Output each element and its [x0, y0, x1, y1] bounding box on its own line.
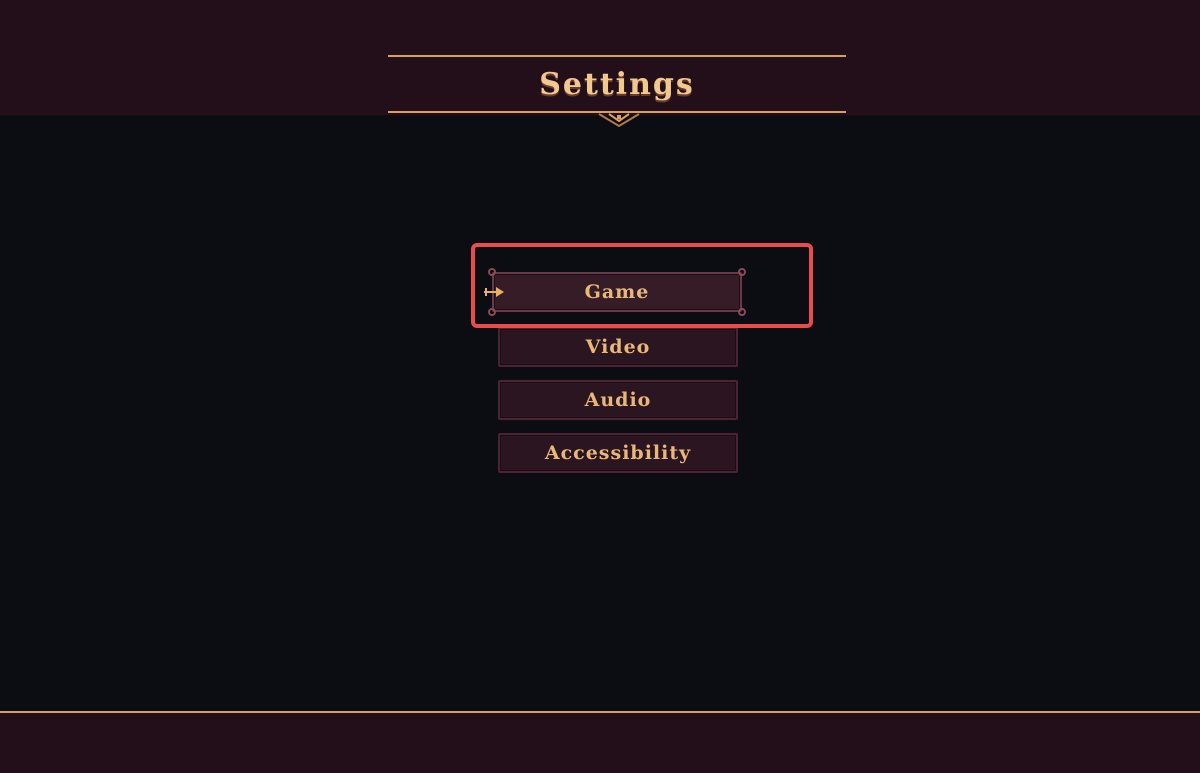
bottom-bar: [0, 711, 1200, 773]
menu-button-audio[interactable]: Audio: [498, 380, 738, 420]
menu-button-label: Video: [585, 336, 651, 358]
menu-button-label: Accessibility: [544, 442, 692, 464]
selection-highlight: [471, 243, 813, 328]
menu-button-label: Audio: [584, 389, 652, 411]
settings-menu: Game Video Audio Accessibility: [0, 0, 1200, 773]
menu-button-video[interactable]: Video: [498, 327, 738, 367]
menu-button-accessibility[interactable]: Accessibility: [498, 433, 738, 473]
settings-screen: Settings Game Video Audio Accessibility: [0, 0, 1200, 773]
